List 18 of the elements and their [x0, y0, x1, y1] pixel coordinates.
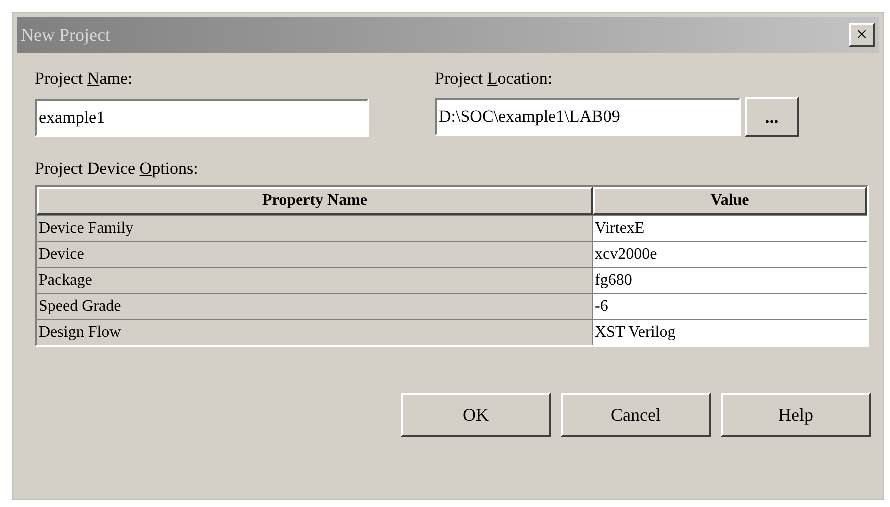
input-field[interactable]: D:\SOC\example1\LAB09 [435, 98, 741, 136]
section-label: Project Device Options: [35, 159, 198, 179]
table-cell[interactable]: fg680 [593, 268, 867, 293]
input-field[interactable]: example1 [35, 99, 369, 137]
field-label: Project Location: [435, 69, 553, 89]
table-cell[interactable]: -6 [593, 294, 867, 319]
dialog-button[interactable]: OK [401, 393, 551, 437]
column-header[interactable]: Value [593, 187, 867, 215]
table-cell[interactable]: VirtexE [593, 216, 867, 241]
browse-button[interactable]: ... [745, 97, 799, 137]
table-cell[interactable]: XST Verilog [593, 320, 867, 345]
dialog-button[interactable]: Help [721, 393, 871, 437]
window-title: New Project [21, 24, 110, 47]
field-label: Project Name: [35, 69, 133, 89]
dialog-button[interactable]: Cancel [561, 393, 711, 437]
close-button[interactable]: × [849, 23, 875, 47]
column-header[interactable]: Property Name [37, 187, 593, 215]
table-cell[interactable]: xcv2000e [593, 242, 867, 267]
